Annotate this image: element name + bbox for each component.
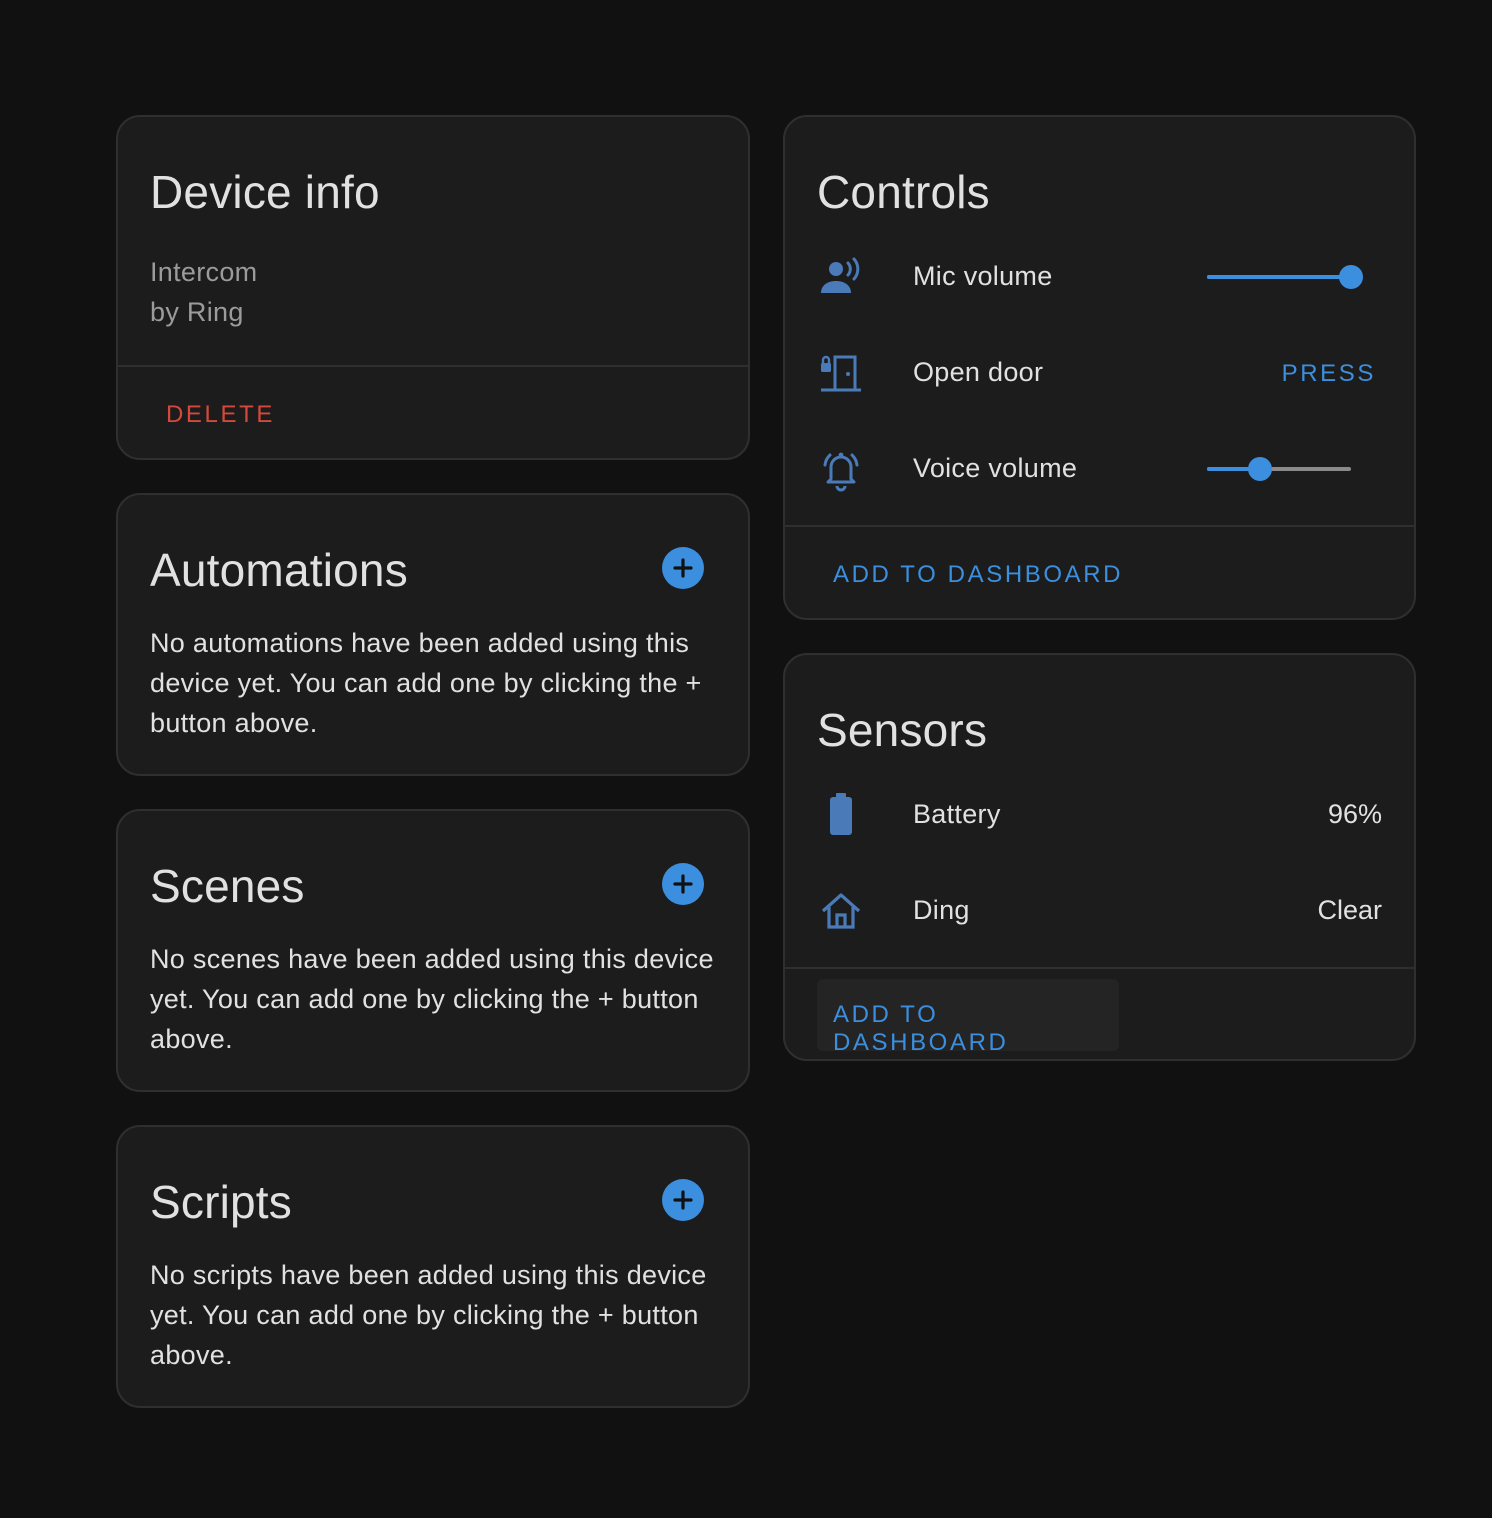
sensors-title: Sensors <box>817 704 988 756</box>
scripts-card: Scripts No scripts have been added using… <box>116 1125 750 1408</box>
automations-title: Automations <box>150 544 408 596</box>
control-row-mic-volume: Mic volume <box>785 247 1414 307</box>
door-lock-icon <box>817 349 865 397</box>
plus-circle-icon <box>673 1190 693 1210</box>
home-outline-icon <box>817 887 865 935</box>
add-script-button[interactable] <box>662 1179 704 1221</box>
add-automation-button[interactable] <box>662 547 704 589</box>
device-manufacturer: by Ring <box>150 297 244 327</box>
scenes-card: Scenes No scenes have been added using t… <box>116 809 750 1092</box>
control-row-voice-volume: Voice volume <box>785 439 1414 499</box>
scenes-title: Scenes <box>150 860 305 912</box>
sensor-value: 96% <box>1327 799 1382 829</box>
slider-thumb[interactable] <box>1339 265 1363 289</box>
device-info-card: Device info Intercom by Ring DELETE <box>116 115 750 460</box>
card-divider <box>785 967 1414 969</box>
automations-card: Automations No automations have been add… <box>116 493 750 776</box>
add-to-dashboard-button-container[interactable]: ADD TO DASHBOARD <box>817 979 1119 1056</box>
add-scene-button[interactable] <box>662 863 704 905</box>
control-label: Voice volume <box>913 453 1078 483</box>
bell-ring-icon <box>817 445 865 493</box>
scripts-empty-text: No scripts have been added using this de… <box>150 1260 707 1370</box>
slider-thumb[interactable] <box>1248 457 1273 481</box>
press-button[interactable]: PRESS <box>1282 360 1376 388</box>
controls-card: Controls Mic volume Open door PRESS Voic… <box>783 115 1416 620</box>
sensors-card: Sensors Battery 96% Ding Clear ADD TO DA… <box>783 653 1416 1061</box>
control-label: Mic volume <box>913 261 1053 291</box>
voice-volume-slider[interactable] <box>1207 454 1351 484</box>
add-to-dashboard-button[interactable]: ADD TO DASHBOARD <box>833 1001 1119 1057</box>
sensor-value: Clear <box>1317 895 1382 925</box>
battery-icon <box>817 791 865 839</box>
sensor-label: Battery <box>913 799 1001 829</box>
scripts-title: Scripts <box>150 1176 292 1228</box>
plus-circle-icon <box>673 874 693 894</box>
sensor-label: Ding <box>913 895 970 925</box>
add-to-dashboard-button[interactable]: ADD TO DASHBOARD <box>833 561 1123 589</box>
delete-button[interactable]: DELETE <box>166 401 275 429</box>
device-info-title: Device info <box>150 166 380 218</box>
card-divider <box>785 525 1414 527</box>
controls-title: Controls <box>817 166 990 218</box>
sensor-row-ding: Ding Clear <box>785 881 1414 941</box>
automations-empty-text: No automations have been added using thi… <box>150 628 702 738</box>
control-row-open-door: Open door PRESS <box>785 343 1414 403</box>
plus-circle-icon <box>673 558 693 578</box>
card-divider <box>118 365 748 367</box>
sensor-row-battery: Battery 96% <box>785 785 1414 845</box>
mic-volume-slider[interactable] <box>1207 262 1363 292</box>
account-voice-icon <box>817 253 865 301</box>
device-model: Intercom <box>150 257 258 287</box>
control-label: Open door <box>913 357 1044 387</box>
slider-fill <box>1207 275 1351 279</box>
scenes-empty-text: No scenes have been added using this dev… <box>150 944 714 1054</box>
